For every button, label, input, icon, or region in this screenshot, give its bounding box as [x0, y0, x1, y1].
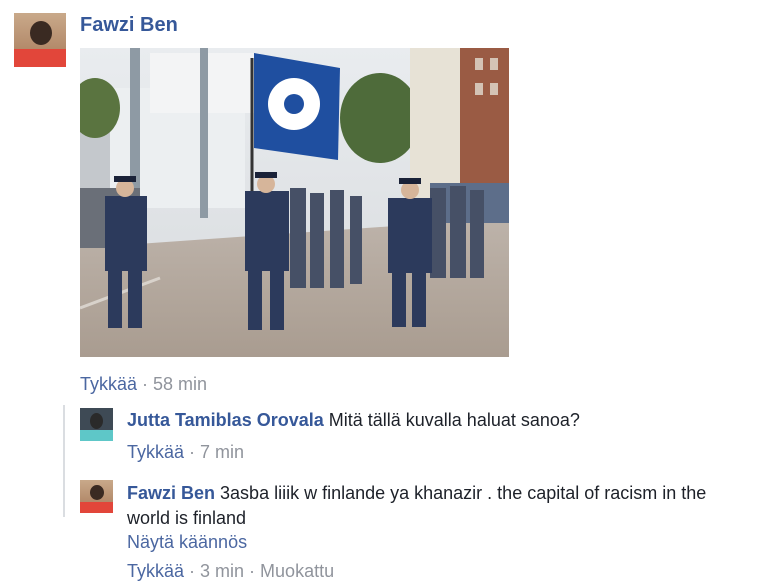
parade-photo-graphic — [80, 48, 509, 357]
reply-actions: Tykkää · 7 min — [127, 442, 245, 462]
reply-time[interactable]: 7 min — [200, 442, 244, 462]
like-link[interactable]: Tykkää — [80, 374, 137, 394]
like-link[interactable]: Tykkää — [127, 442, 184, 462]
reply-time[interactable]: 3 min — [200, 561, 244, 581]
post-photo[interactable] — [80, 48, 509, 357]
post-author-avatar[interactable] — [14, 13, 66, 67]
reply-author-name[interactable]: Jutta Tamiblas Orovala — [127, 410, 324, 430]
post-actions: Tykkää · 58 min — [80, 374, 208, 394]
reply-actions: Tykkää · 3 min · Muokattu — [127, 561, 335, 581]
reply-2: Fawzi Ben 3asba liiik w finlande ya khan… — [127, 481, 747, 531]
like-link[interactable]: Tykkää — [127, 561, 184, 581]
reply-text: Mitä tällä kuvalla haluat sanoa? — [328, 410, 580, 430]
post-time[interactable]: 58 min — [153, 374, 207, 394]
reply-author-name[interactable]: Fawzi Ben — [127, 483, 215, 503]
post-author-name[interactable]: Fawzi Ben — [80, 14, 178, 37]
see-translation-link[interactable]: Näytä käännös — [127, 532, 247, 553]
reply-1: Jutta Tamiblas Orovala Mitä tällä kuvall… — [127, 410, 747, 431]
reply-author-avatar[interactable] — [80, 480, 113, 513]
edited-label[interactable]: Muokattu — [260, 561, 334, 581]
reply-author-avatar[interactable] — [80, 408, 113, 441]
reply-thread-line — [63, 405, 65, 517]
